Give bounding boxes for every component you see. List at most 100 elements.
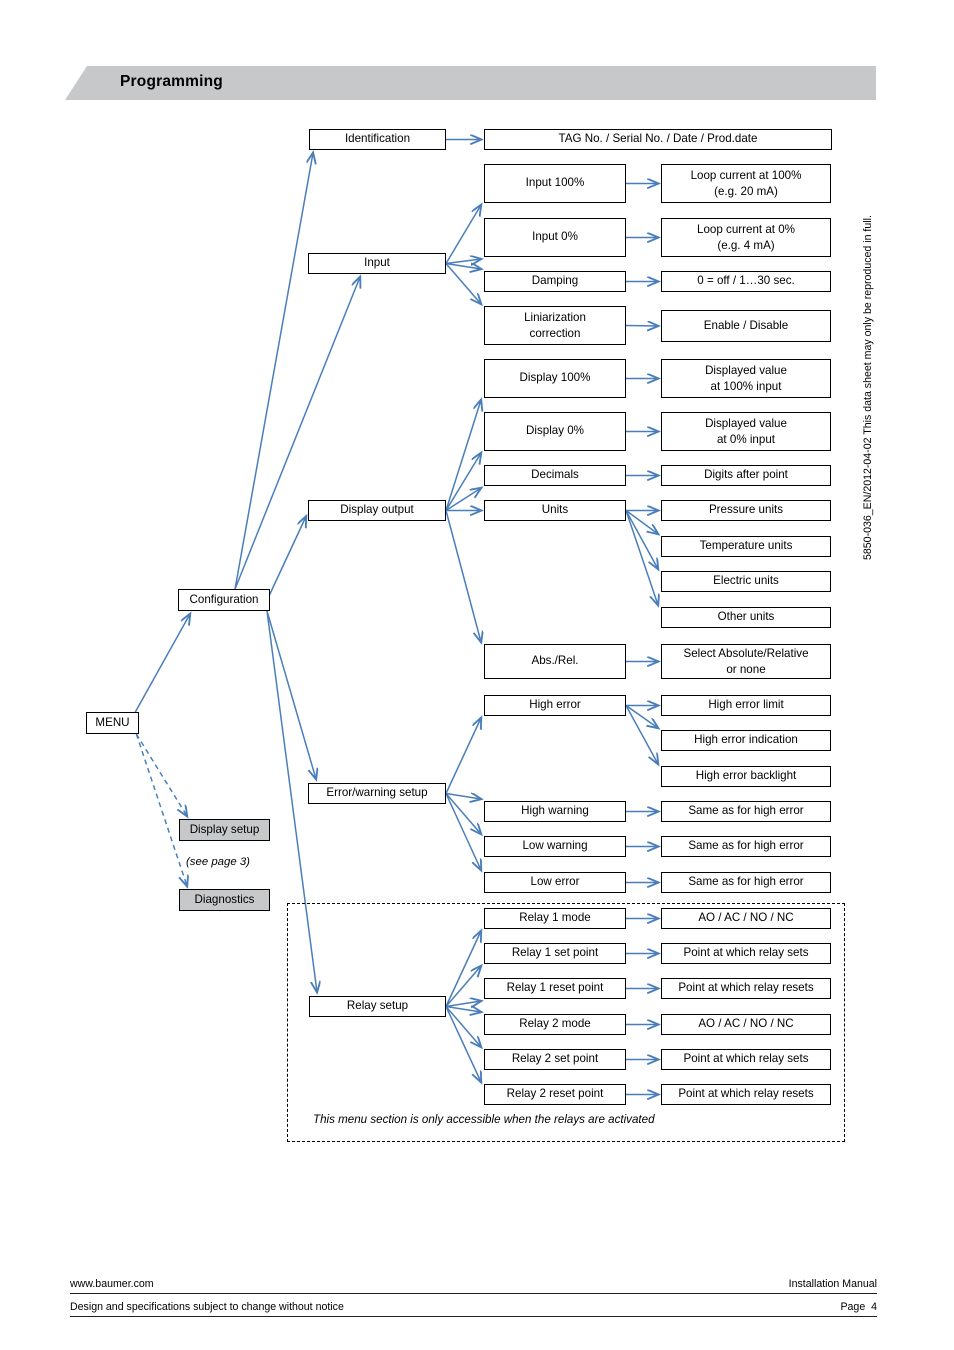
node-label: Temperature units — [699, 539, 793, 553]
node-relay2-mode[interactable]: Relay 2 mode — [484, 1014, 626, 1035]
connector-input-to-input-100 — [445, 205, 481, 264]
connector-high-error-to-high-error-backlight — [625, 705, 658, 765]
node-label: Same as for high error — [688, 875, 804, 889]
node-abs-rel[interactable]: Abs./Rel. — [484, 644, 626, 679]
node-relay1-mode-val[interactable]: AO / AC / NO / NC — [661, 908, 831, 929]
node-display-100[interactable]: Display 100% — [484, 359, 626, 398]
node-low-warning[interactable]: Low warning — [484, 836, 626, 857]
node-relay2-mode-val[interactable]: AO / AC / NO / NC — [661, 1014, 831, 1035]
node-input[interactable]: Input — [308, 253, 446, 274]
node-tag-no[interactable]: TAG No. / Serial No. / Date / Prod.date — [484, 129, 832, 150]
node-label: Enable / Disable — [703, 318, 789, 332]
connector-error-warning-setup-to-low-warning — [445, 793, 481, 835]
node-liniarization[interactable]: Liniarization correction — [484, 306, 626, 345]
node-label: High error backlight — [695, 769, 797, 783]
node-input-0[interactable]: Input 0% — [484, 218, 626, 257]
node-other-units[interactable]: Other units — [661, 607, 831, 628]
node-label: Low error — [530, 875, 580, 889]
node-relay1-reset-val[interactable]: Point at which relay resets — [661, 978, 831, 999]
node-damping-val[interactable]: 0 = off / 1…30 sec. — [661, 271, 831, 292]
footer-row-top: www.baumer.com Installation Manual — [70, 1278, 877, 1294]
node-diagnostics[interactable]: Diagnostics — [179, 889, 270, 911]
node-same-high-3[interactable]: Same as for high error — [661, 872, 831, 893]
node-label: Displayed value at 0% input — [705, 417, 787, 446]
connector-display-output-to-abs-rel — [445, 510, 481, 643]
node-loop-0[interactable]: Loop current at 0% (e.g. 4 mA) — [661, 218, 831, 257]
node-label: High error indication — [694, 733, 798, 747]
node-pressure-units[interactable]: Pressure units — [661, 500, 831, 521]
node-same-high-2[interactable]: Same as for high error — [661, 836, 831, 857]
connector-error-warning-setup-to-high-error — [445, 718, 481, 794]
connector-display-output-to-display-0 — [445, 453, 481, 511]
node-select-abs[interactable]: Select Absolute/Relative or none — [661, 644, 831, 679]
node-label: Diagnostics — [194, 892, 255, 906]
node-relay1-reset[interactable]: Relay 1 reset point — [484, 978, 626, 999]
node-electric-units[interactable]: Electric units — [661, 571, 831, 592]
connector-configuration-to-error-warning-setup — [266, 610, 316, 779]
see-page-note: (see page 3) — [186, 856, 250, 868]
connector-units-to-temperature-units — [625, 509, 658, 535]
node-units[interactable]: Units — [484, 500, 626, 521]
node-high-error-backlight[interactable]: High error backlight — [661, 766, 831, 787]
node-high-error[interactable]: High error — [484, 695, 626, 716]
node-high-warning[interactable]: High warning — [484, 801, 626, 822]
node-label: AO / AC / NO / NC — [698, 1017, 794, 1031]
node-label: High error — [529, 698, 581, 712]
connector-display-output-to-display-100 — [445, 400, 481, 511]
node-digits[interactable]: Digits after point — [661, 465, 831, 486]
node-display-output[interactable]: Display output — [308, 500, 446, 521]
node-relay1-mode[interactable]: Relay 1 mode — [484, 908, 626, 929]
node-relay1-set-val[interactable]: Point at which relay sets — [661, 943, 831, 964]
node-label: Relay 2 mode — [519, 1017, 591, 1031]
node-temperature-units[interactable]: Temperature units — [661, 536, 831, 557]
node-damping[interactable]: Damping — [484, 271, 626, 292]
node-display-setup[interactable]: Display setup — [179, 819, 270, 841]
node-relay2-reset[interactable]: Relay 2 reset point — [484, 1084, 626, 1105]
node-relay2-set-val[interactable]: Point at which relay sets — [661, 1049, 831, 1070]
connector-high-error-to-high-error-indication — [625, 704, 658, 729]
node-configuration[interactable]: Configuration — [178, 589, 270, 611]
node-label: High error limit — [708, 698, 784, 712]
node-enable-disable[interactable]: Enable / Disable — [661, 310, 831, 342]
node-displayed-0[interactable]: Displayed value at 0% input — [661, 412, 831, 451]
node-high-error-indication[interactable]: High error indication — [661, 730, 831, 751]
node-label: Configuration — [189, 592, 259, 606]
node-label: Relay 1 mode — [519, 911, 591, 925]
connector-display-output-to-decimals — [445, 488, 481, 512]
node-displayed-100[interactable]: Displayed value at 100% input — [661, 359, 831, 398]
node-loop-100[interactable]: Loop current at 100% (e.g. 20 mA) — [661, 164, 831, 203]
node-decimals[interactable]: Decimals — [484, 465, 626, 486]
node-label: High warning — [521, 804, 589, 818]
footer-disclaimer: Design and specifications subject to cha… — [70, 1301, 344, 1313]
node-label: Units — [541, 503, 569, 517]
footer-doc-type: Installation Manual — [788, 1278, 877, 1290]
node-label: Input 100% — [525, 176, 585, 190]
node-label: Loop current at 0% (e.g. 4 mA) — [697, 223, 795, 252]
node-label: Relay 1 set point — [511, 946, 599, 960]
node-label: Pressure units — [708, 503, 784, 517]
node-label: Digits after point — [704, 468, 788, 482]
node-label: Same as for high error — [688, 804, 804, 818]
node-label: Input — [364, 256, 390, 270]
node-relay2-reset-val[interactable]: Point at which relay resets — [661, 1084, 831, 1105]
node-low-error[interactable]: Low error — [484, 872, 626, 893]
node-label: Decimals — [531, 468, 579, 482]
node-identification[interactable]: Identification — [309, 129, 446, 150]
node-menu[interactable]: MENU — [86, 712, 139, 734]
node-input-100[interactable]: Input 100% — [484, 164, 626, 203]
node-error-warning-setup[interactable]: Error/warning setup — [308, 783, 446, 804]
footer-website[interactable]: www.baumer.com — [70, 1278, 154, 1290]
node-display-0[interactable]: Display 0% — [484, 412, 626, 451]
node-relay1-set[interactable]: Relay 1 set point — [484, 943, 626, 964]
node-label: TAG No. / Serial No. / Date / Prod.date — [558, 132, 758, 146]
node-label: Input 0% — [532, 230, 578, 244]
node-relay2-set[interactable]: Relay 2 set point — [484, 1049, 626, 1070]
connector-units-to-electric-units — [625, 510, 658, 570]
node-relay-setup[interactable]: Relay setup — [309, 996, 446, 1017]
node-label: Same as for high error — [688, 839, 804, 853]
node-label: Display setup — [189, 822, 260, 836]
node-label: Displayed value at 100% input — [705, 364, 787, 393]
node-high-error-limit[interactable]: High error limit — [661, 695, 831, 716]
node-same-high-1[interactable]: Same as for high error — [661, 801, 831, 822]
node-label: Point at which relay sets — [683, 1052, 809, 1066]
